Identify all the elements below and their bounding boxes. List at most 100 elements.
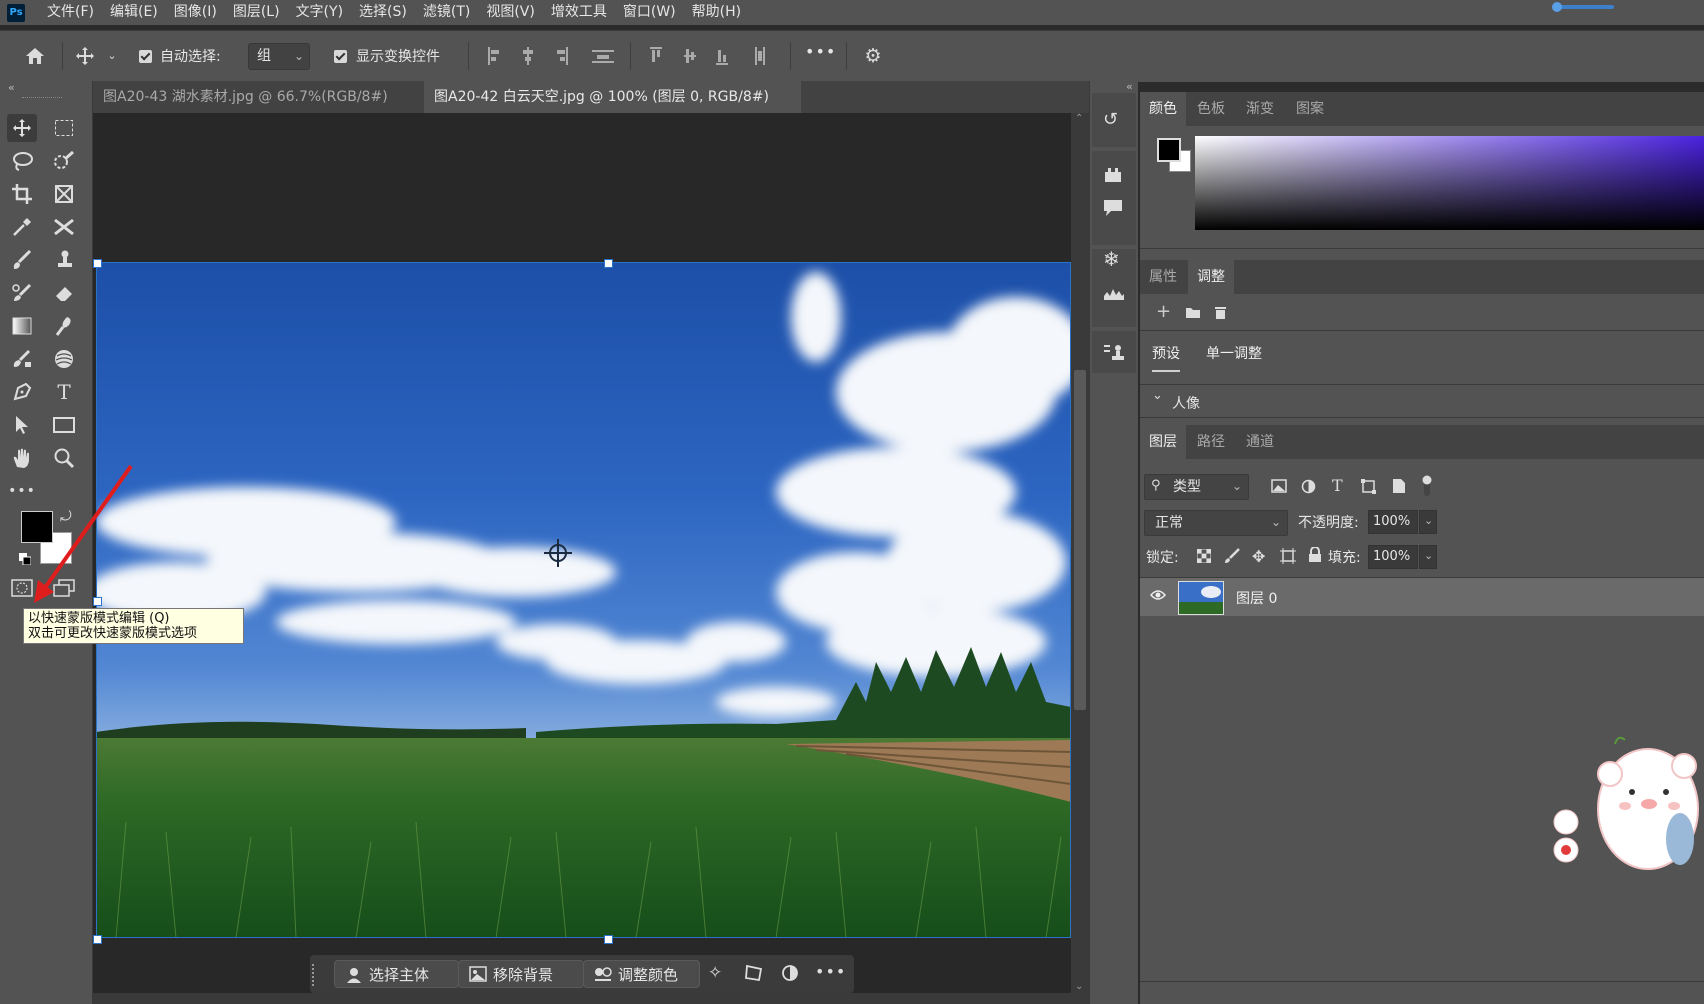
lock-artboard-icon[interactable] bbox=[1280, 548, 1296, 568]
lock-pixels-icon[interactable] bbox=[1224, 548, 1240, 568]
eraser-tool[interactable] bbox=[49, 279, 79, 307]
transform-handle[interactable] bbox=[93, 935, 102, 944]
histogram-icon[interactable] bbox=[1103, 287, 1125, 305]
align-right-icon[interactable] bbox=[556, 47, 568, 65]
align-top-icon[interactable] bbox=[650, 47, 662, 65]
sparkle-icon[interactable]: ✧ bbox=[708, 963, 722, 983]
distribute-icon[interactable] bbox=[592, 47, 614, 65]
adjust-color-button[interactable]: 调整颜色 bbox=[583, 960, 700, 988]
scroll-up-icon[interactable]: ⌃ bbox=[1075, 113, 1083, 124]
smudge-tool[interactable] bbox=[49, 312, 79, 340]
lock-transparent-icon[interactable] bbox=[1196, 548, 1212, 567]
tab-paths[interactable]: 路径 bbox=[1188, 425, 1234, 459]
spot-healing-tool[interactable] bbox=[49, 213, 79, 241]
layer-name[interactable]: 图层 0 bbox=[1236, 588, 1277, 608]
menu-plugins[interactable]: 增效工具 bbox=[543, 0, 615, 25]
menu-filter[interactable]: 滤镜(T) bbox=[415, 0, 478, 25]
chevron-down-icon[interactable]: ⌄ bbox=[1152, 388, 1163, 403]
panel-foreground-swatch[interactable] bbox=[1157, 138, 1181, 162]
tab-lake-image[interactable]: 图A20-43 湖水素材.jpg @ 66.7%(RGB/8#) *× bbox=[93, 81, 423, 137]
preset-group-portrait[interactable]: 人像 bbox=[1172, 393, 1200, 413]
fill-dropdown-icon[interactable]: ⌄ bbox=[1419, 545, 1437, 569]
path-select-tool[interactable] bbox=[7, 411, 37, 439]
blend-mode-dropdown[interactable]: 正常 bbox=[1144, 510, 1288, 536]
gear-icon[interactable]: ⚙ bbox=[862, 45, 884, 67]
brush-settings-icon[interactable]: ❄ bbox=[1103, 247, 1120, 271]
chevron-down-icon[interactable]: ⌄ bbox=[106, 49, 118, 62]
filter-toggle[interactable] bbox=[1422, 475, 1432, 497]
menu-image[interactable]: 图像(I) bbox=[166, 0, 225, 25]
menu-select[interactable]: 选择(S) bbox=[351, 0, 415, 25]
pattern-tool[interactable] bbox=[49, 345, 79, 373]
filter-shape-icon[interactable] bbox=[1361, 479, 1376, 498]
transform-icon[interactable] bbox=[744, 963, 764, 987]
home-icon[interactable] bbox=[24, 45, 46, 67]
opacity-input[interactable]: 100% bbox=[1368, 510, 1418, 534]
type-tool-icon[interactable]: T bbox=[49, 378, 79, 406]
rectangle-tool[interactable] bbox=[49, 411, 79, 439]
history-icon[interactable]: ↺ bbox=[1103, 109, 1118, 130]
trash-icon[interactable] bbox=[1214, 305, 1227, 324]
filter-smart-object-icon[interactable] bbox=[1392, 478, 1406, 498]
scroll-down-icon[interactable]: ⌄ bbox=[1075, 981, 1083, 992]
scrollbar-thumb[interactable] bbox=[1074, 370, 1086, 710]
menu-file[interactable]: 文件(F) bbox=[39, 0, 102, 25]
menu-edit[interactable]: 编辑(E) bbox=[102, 0, 166, 25]
drag-handle[interactable] bbox=[312, 964, 320, 986]
tab-adjustments[interactable]: 调整 bbox=[1188, 260, 1234, 294]
transform-handle[interactable] bbox=[604, 935, 613, 944]
layer-row[interactable]: 图层 0 bbox=[1140, 578, 1704, 616]
filter-adjustment-icon[interactable] bbox=[1301, 479, 1316, 498]
collapse-right-icon[interactable]: « bbox=[1126, 80, 1133, 93]
move-tool[interactable] bbox=[7, 114, 37, 142]
visibility-eye-icon[interactable] bbox=[1150, 589, 1166, 605]
eyedropper-tool[interactable] bbox=[7, 213, 37, 241]
move-tool-icon[interactable] bbox=[74, 45, 96, 67]
tab-channels[interactable]: 通道 bbox=[1237, 425, 1283, 459]
folder-icon[interactable] bbox=[1185, 306, 1201, 323]
transform-handle[interactable] bbox=[604, 259, 613, 268]
align-bottom-icon[interactable] bbox=[716, 47, 728, 65]
auto-select-checkbox[interactable] bbox=[139, 50, 152, 63]
more-options-icon[interactable]: ••• bbox=[805, 42, 836, 61]
history-brush-tool[interactable] bbox=[7, 279, 37, 307]
zoom-slider[interactable] bbox=[1552, 2, 1614, 12]
toolbar-grip[interactable] bbox=[22, 97, 62, 100]
align-left-icon[interactable] bbox=[488, 47, 500, 65]
clone-stamp-tool[interactable] bbox=[49, 246, 79, 274]
tab-properties[interactable]: 属性 bbox=[1140, 260, 1186, 294]
tab-gradients[interactable]: 渐变 bbox=[1237, 92, 1283, 126]
gradient-tool[interactable] bbox=[7, 312, 37, 340]
tab-layers[interactable]: 图层 bbox=[1140, 425, 1186, 459]
align-center-icon[interactable] bbox=[522, 47, 534, 65]
add-icon[interactable]: + bbox=[1156, 301, 1171, 322]
tab-color[interactable]: 颜色 bbox=[1140, 92, 1186, 126]
fill-input[interactable]: 100% bbox=[1368, 545, 1418, 569]
marquee-tool[interactable] bbox=[49, 114, 79, 142]
menu-view[interactable]: 视图(V) bbox=[478, 0, 543, 25]
collapse-left-icon[interactable]: « bbox=[8, 81, 15, 94]
contrast-icon[interactable] bbox=[781, 964, 799, 986]
lasso-tool[interactable] bbox=[7, 147, 37, 175]
auto-select-dropdown[interactable]: 组 bbox=[248, 43, 310, 70]
more-icon[interactable]: ••• bbox=[815, 962, 846, 981]
clone-source-icon[interactable] bbox=[1103, 343, 1125, 367]
quick-select-tool[interactable] bbox=[49, 147, 79, 175]
tab-presets[interactable]: 预设 bbox=[1152, 343, 1180, 363]
select-subject-button[interactable]: 选择主体 bbox=[334, 960, 459, 988]
align-middle-icon[interactable] bbox=[684, 47, 696, 65]
menu-help[interactable]: 帮助(H) bbox=[684, 0, 749, 25]
menu-type[interactable]: 文字(Y) bbox=[288, 0, 351, 25]
distribute-vertical-icon[interactable] bbox=[754, 47, 766, 65]
color-spectrum[interactable] bbox=[1195, 136, 1704, 230]
remove-background-button[interactable]: 移除背景 bbox=[458, 960, 584, 988]
document-image[interactable] bbox=[96, 262, 1071, 938]
filter-type-icon[interactable]: T bbox=[1332, 476, 1343, 495]
tab-patterns[interactable]: 图案 bbox=[1287, 92, 1333, 126]
brush-tool[interactable] bbox=[7, 246, 37, 274]
plugin-icon[interactable] bbox=[1104, 167, 1122, 187]
tab-sky-image[interactable]: 图A20-42 白云天空.jpg @ 100% (图层 0, RGB/8#) *… bbox=[424, 81, 801, 137]
tab-single-adjustment[interactable]: 单一调整 bbox=[1206, 343, 1262, 363]
show-transform-checkbox[interactable] bbox=[334, 50, 347, 63]
lock-position-icon[interactable]: ✥ bbox=[1252, 547, 1265, 566]
